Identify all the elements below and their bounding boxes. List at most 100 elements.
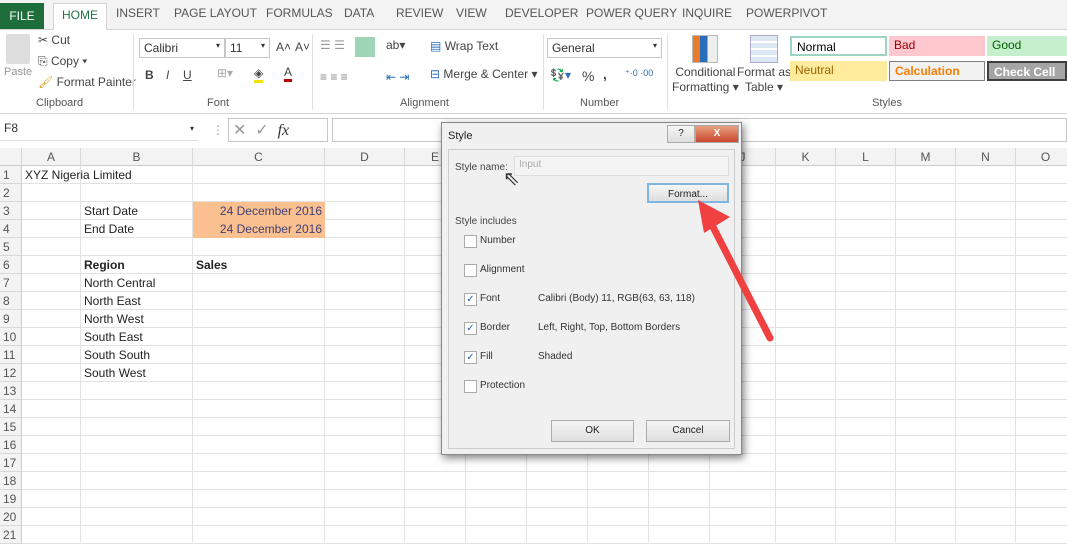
checkbox-number[interactable] bbox=[464, 235, 477, 248]
format-painter-button[interactable]: 🖌 Format Painter bbox=[38, 75, 136, 89]
tab-inquire[interactable]: INQUIRE bbox=[682, 6, 732, 20]
column-header[interactable]: L bbox=[836, 148, 896, 166]
row-header[interactable]: 16 bbox=[0, 436, 22, 454]
column-header[interactable]: N bbox=[956, 148, 1016, 166]
bold-button[interactable]: B bbox=[145, 68, 154, 82]
decimal-icons[interactable]: ⁺·0 ·00 bbox=[625, 68, 653, 79]
tab-file[interactable]: FILE bbox=[0, 3, 44, 29]
wrap-text-button[interactable]: ▤ Wrap Text bbox=[430, 39, 498, 53]
style-check-cell[interactable]: Check Cell bbox=[987, 61, 1067, 81]
cell-B6[interactable]: Region bbox=[81, 256, 193, 274]
align-top-icon[interactable]: ☰ ☰ bbox=[320, 38, 345, 52]
column-header[interactable]: A bbox=[22, 148, 81, 166]
currency-icon[interactable]: 💱▾ bbox=[550, 68, 571, 82]
decrease-font-icon[interactable]: A˅ bbox=[295, 40, 310, 54]
underline-button[interactable]: U bbox=[183, 68, 192, 82]
percent-button[interactable]: % bbox=[582, 68, 594, 84]
column-header[interactable]: O bbox=[1016, 148, 1067, 166]
row-header[interactable]: 17 bbox=[0, 454, 22, 472]
cell-B3[interactable]: Start Date bbox=[81, 202, 193, 220]
cell-B4[interactable]: End Date bbox=[81, 220, 193, 238]
font-color-icon[interactable]: A bbox=[284, 65, 293, 82]
comma-button[interactable]: , bbox=[603, 66, 607, 82]
cancel-button[interactable]: Cancel bbox=[646, 420, 730, 442]
cut-button[interactable]: ✂ Cut bbox=[38, 33, 70, 47]
borders-icon[interactable]: ⊞▾ bbox=[217, 66, 233, 80]
tab-powerpivot[interactable]: POWERPIVOT bbox=[746, 6, 827, 20]
fill-color-icon[interactable]: ◈ bbox=[254, 66, 264, 83]
row-header[interactable]: 4 bbox=[0, 220, 22, 238]
cell-B7[interactable]: North Central bbox=[81, 274, 193, 292]
font-name-select[interactable]: Calibri ▾ bbox=[139, 38, 225, 58]
column-header[interactable]: D bbox=[325, 148, 405, 166]
paste-button[interactable]: Paste bbox=[4, 66, 32, 78]
paste-icon[interactable] bbox=[6, 34, 30, 64]
checkbox-alignment[interactable] bbox=[464, 264, 477, 277]
row-header[interactable]: 6 bbox=[0, 256, 22, 274]
tab-page-layout[interactable]: PAGE LAYOUT bbox=[174, 6, 257, 20]
row-header[interactable]: 3 bbox=[0, 202, 22, 220]
cell-C6[interactable]: Sales bbox=[193, 256, 325, 274]
checkbox-fill[interactable]: ✓ bbox=[464, 351, 477, 364]
row-header[interactable]: 11 bbox=[0, 346, 22, 364]
column-header[interactable]: M bbox=[896, 148, 956, 166]
row-header[interactable]: 8 bbox=[0, 292, 22, 310]
tab-view[interactable]: VIEW bbox=[456, 6, 487, 20]
style-name-input[interactable]: Input bbox=[514, 156, 729, 176]
style-normal[interactable]: Normal bbox=[790, 36, 887, 56]
cell-C3[interactable]: 24 December 2016 bbox=[193, 202, 325, 220]
enter-icon[interactable]: ✓ bbox=[255, 122, 268, 139]
cell-B8[interactable]: North East bbox=[81, 292, 193, 310]
row-header[interactable]: 19 bbox=[0, 490, 22, 508]
style-good[interactable]: Good bbox=[987, 36, 1067, 56]
style-calculation[interactable]: Calculation bbox=[889, 61, 985, 81]
tab-home[interactable]: HOME bbox=[53, 3, 107, 31]
select-all-corner[interactable] bbox=[0, 148, 22, 166]
italic-button[interactable]: I bbox=[166, 68, 169, 82]
tab-power-query[interactable]: POWER QUERY bbox=[586, 6, 677, 20]
font-size-select[interactable]: 11 ▾ bbox=[225, 38, 270, 58]
row-header[interactable]: 9 bbox=[0, 310, 22, 328]
orientation-icon[interactable]: ab▾ bbox=[386, 38, 405, 52]
style-neutral[interactable]: Neutral bbox=[790, 61, 887, 81]
cell-B10[interactable]: South East bbox=[81, 328, 193, 346]
tab-review[interactable]: REVIEW bbox=[396, 6, 443, 20]
row-header[interactable]: 1 bbox=[0, 166, 22, 184]
tab-insert[interactable]: INSERT bbox=[116, 6, 160, 20]
row-header[interactable]: 12 bbox=[0, 364, 22, 382]
cell-C4[interactable]: 24 December 2016 bbox=[193, 220, 325, 238]
conditional-formatting-icon[interactable] bbox=[692, 35, 718, 63]
number-format-select[interactable]: General ▾ bbox=[547, 38, 662, 58]
row-header[interactable]: 10 bbox=[0, 328, 22, 346]
checkbox-border[interactable]: ✓ bbox=[464, 322, 477, 335]
tab-developer[interactable]: DEVELOPER bbox=[505, 6, 578, 20]
column-header[interactable]: B bbox=[81, 148, 193, 166]
column-header[interactable]: K bbox=[776, 148, 836, 166]
tab-formulas[interactable]: FORMULAS bbox=[266, 6, 333, 20]
copy-button[interactable]: ⎘ Copy ▾ bbox=[38, 54, 87, 69]
merge-center-button[interactable]: ⊟ Merge & Center ▾ bbox=[430, 67, 537, 81]
help-button[interactable]: ? bbox=[667, 125, 695, 143]
cell-B11[interactable]: South South bbox=[81, 346, 193, 364]
style-bad[interactable]: Bad bbox=[889, 36, 985, 56]
format-table-icon[interactable] bbox=[750, 35, 778, 63]
row-header[interactable]: 20 bbox=[0, 508, 22, 526]
row-header[interactable]: 2 bbox=[0, 184, 22, 202]
increase-font-icon[interactable]: A˄ bbox=[276, 40, 291, 54]
align-left-center-right-icons[interactable]: ≡ ≡ ≡ bbox=[320, 70, 348, 84]
close-button[interactable]: X bbox=[695, 125, 739, 143]
cell-B9[interactable]: North West bbox=[81, 310, 193, 328]
row-header[interactable]: 14 bbox=[0, 400, 22, 418]
indent-icons[interactable]: ⇤ ⇥ bbox=[386, 70, 409, 84]
format-as-table-button[interactable]: Format as Table ▾ bbox=[737, 65, 791, 95]
checkbox-protection[interactable] bbox=[464, 380, 477, 393]
row-header[interactable]: 18 bbox=[0, 472, 22, 490]
align-bottom-icon[interactable] bbox=[355, 37, 375, 57]
row-header[interactable]: 7 bbox=[0, 274, 22, 292]
name-box[interactable]: F8 ▾ bbox=[0, 119, 198, 141]
cancel-icon[interactable]: ✕ bbox=[233, 122, 246, 139]
insert-function-icon[interactable]: fx bbox=[278, 122, 290, 139]
tab-data[interactable]: DATA bbox=[344, 6, 374, 20]
ok-button[interactable]: OK bbox=[551, 420, 634, 442]
row-header[interactable]: 21 bbox=[0, 526, 22, 544]
